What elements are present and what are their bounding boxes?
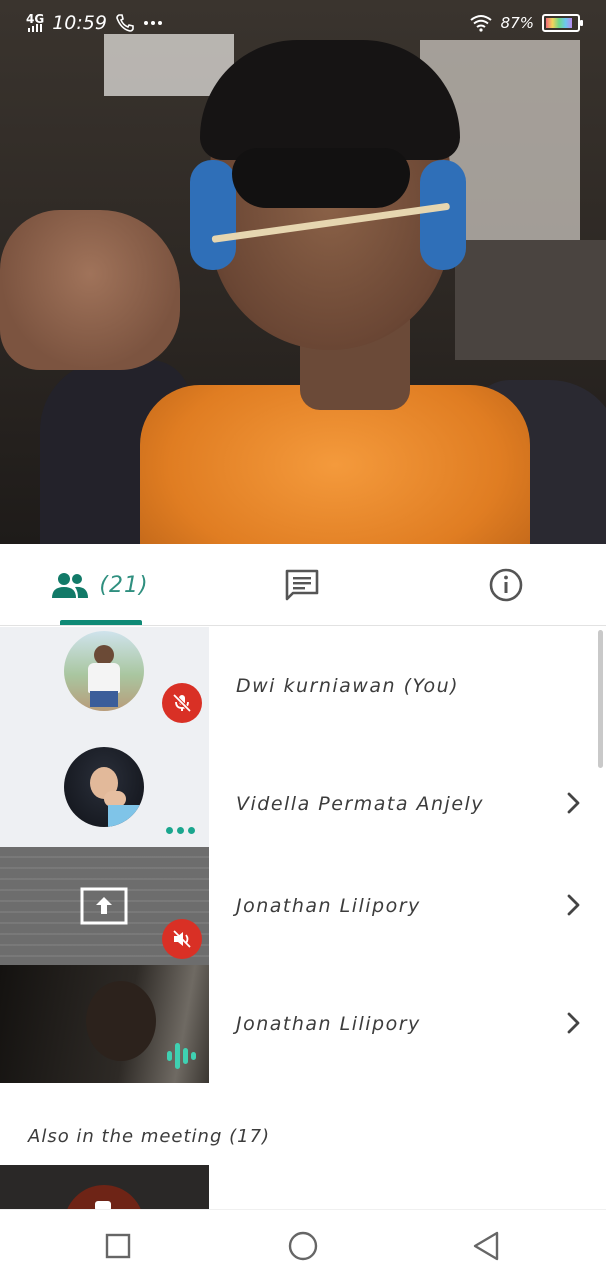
present-screen-icon: [80, 887, 128, 925]
participant-tile: [0, 627, 209, 745]
chevron-right-icon[interactable]: [560, 1009, 588, 1037]
headphone-right: [420, 160, 466, 270]
tab-info[interactable]: [466, 544, 546, 626]
clock-time: 10:59: [52, 12, 107, 34]
video-person-hand: [0, 210, 180, 370]
more-options-dots: [166, 827, 195, 834]
meeting-tabs: (21): [0, 544, 606, 626]
status-bar: 4G 10:59 87%: [0, 0, 606, 46]
participant-tile: [0, 965, 209, 1083]
participant-row[interactable]: Jonathan Lilipory: [0, 965, 606, 1083]
avatar-shirt: [88, 663, 120, 693]
network-label: 4G: [26, 12, 45, 26]
triangle-back-icon: [473, 1231, 499, 1261]
participant-row[interactable]: Dwi kurniawan (You): [0, 627, 606, 745]
square-icon: [105, 1233, 131, 1259]
headphone-left: [190, 160, 236, 270]
participant-name: Jonathan Lilipory: [236, 1013, 421, 1035]
also-in-meeting-label: Also in the meeting (17): [28, 1126, 271, 1147]
signal-bars-icon: [28, 24, 43, 32]
avatar: [64, 631, 144, 711]
chat-icon: [285, 569, 319, 601]
avatar-pants: [90, 691, 118, 707]
active-tab-indicator: [60, 620, 142, 625]
main-video-feed[interactable]: [0, 0, 606, 544]
circle-icon: [288, 1231, 318, 1261]
avatar-badge: [95, 1201, 111, 1209]
participant-row[interactable]: Vidella Permata Anjely: [0, 745, 606, 863]
network-indicator: 4G: [26, 12, 45, 32]
volume-off-icon: [173, 930, 191, 948]
avatar-sleeve: [108, 805, 144, 827]
participant-row[interactable]: Jonathan Lilipory: [0, 847, 606, 965]
participant-tile: [0, 745, 209, 863]
battery-level: [546, 18, 573, 28]
participant-name: Vidella Permata Anjely: [236, 793, 485, 815]
tab-chat[interactable]: [262, 544, 342, 626]
chevron-right-icon[interactable]: [560, 789, 588, 817]
participant-tile: [0, 847, 209, 965]
info-icon: [489, 568, 523, 602]
scrollbar[interactable]: [598, 630, 603, 768]
speaking-indicator-icon: [167, 1043, 196, 1069]
participant-name: Dwi kurniawan (You): [236, 675, 460, 697]
avatar: [64, 747, 144, 827]
video-background-shelf: [455, 240, 606, 360]
chevron-right-icon[interactable]: [560, 891, 588, 919]
avatar-figure: [94, 645, 114, 665]
back-button[interactable]: [470, 1230, 502, 1262]
system-nav-bar: [0, 1209, 606, 1280]
status-right: 87%: [469, 14, 583, 32]
mic-muted-badge: [162, 683, 202, 723]
status-left: 4G 10:59: [26, 12, 163, 34]
people-icon: [52, 573, 89, 598]
audio-muted-badge: [162, 919, 202, 959]
more-notifications-icon: [143, 21, 162, 25]
participant-tile-partial[interactable]: [0, 1165, 209, 1209]
tab-people[interactable]: (21): [40, 544, 160, 626]
wifi-icon: [470, 15, 492, 32]
battery-icon: [542, 14, 583, 32]
video-person-sunglasses: [232, 148, 410, 208]
mic-off-icon: [172, 693, 192, 713]
phone-call-icon: [116, 14, 134, 32]
participant-list[interactable]: Dwi kurniawan (You) Vidella Permata Anje…: [0, 627, 606, 1209]
battery-percent: 87%: [500, 14, 534, 32]
people-count: (21): [99, 572, 149, 598]
participant-video-face: [86, 981, 156, 1061]
participant-name: Jonathan Lilipory: [236, 895, 421, 917]
recent-apps-button[interactable]: [102, 1230, 134, 1262]
home-button[interactable]: [287, 1230, 319, 1262]
